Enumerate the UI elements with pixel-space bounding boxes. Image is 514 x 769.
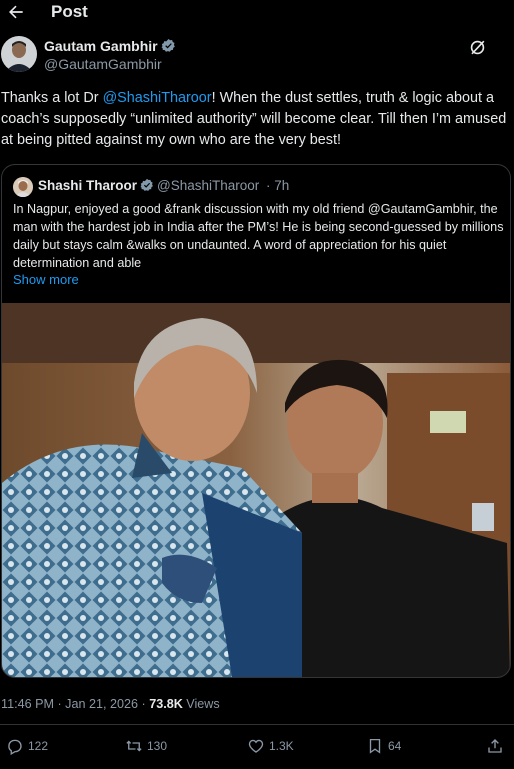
quote-text: In Nagpur, enjoyed a good &frank discuss…: [13, 202, 504, 270]
mention-link[interactable]: @ShashiTharoor: [103, 90, 212, 106]
heart-icon: [248, 739, 264, 753]
quoted-post[interactable]: Shashi Tharoor @ShashiTharoor · 7h In Nag…: [1, 164, 511, 678]
view-count: 73.8K: [149, 697, 183, 711]
post-meta: 11:46 PM · Jan 21, 2026 · 73.8K Views: [1, 697, 220, 711]
back-arrow-icon[interactable]: [6, 2, 26, 22]
post-text: Thanks a lot Dr @ShashiTharoor! When the…: [1, 90, 507, 148]
show-more-link[interactable]: Show more: [13, 272, 79, 287]
quote-photo[interactable]: [2, 303, 510, 677]
reply-icon: [8, 739, 22, 755]
author-name[interactable]: Gautam Gambhir: [44, 38, 176, 54]
divider: [0, 724, 514, 725]
share-button[interactable]: [486, 737, 504, 755]
action-bar: 122 130 1.3K 64: [0, 737, 514, 763]
page-title: Post: [51, 2, 88, 21]
verified-badge-icon: [161, 38, 175, 52]
repost-button[interactable]: 130: [125, 737, 167, 755]
share-icon: [488, 739, 502, 753]
quote-handle: @ShashiTharoor: [157, 178, 260, 193]
quote-avatar[interactable]: [13, 177, 33, 197]
reply-button[interactable]: 122: [6, 737, 48, 755]
author-avatar[interactable]: [1, 36, 37, 72]
author-handle: @GautamGambhir: [44, 56, 162, 72]
repost-icon: [126, 740, 142, 752]
bookmark-icon: [369, 738, 381, 754]
grok-icon[interactable]: [468, 38, 487, 57]
bookmark-button[interactable]: 64: [366, 737, 401, 755]
quote-author-line[interactable]: Shashi Tharoor @ShashiTharoor · 7h: [38, 178, 289, 193]
verified-badge-icon: [140, 178, 153, 191]
quote-time: · 7h: [266, 178, 290, 193]
like-button[interactable]: 1.3K: [247, 737, 294, 755]
